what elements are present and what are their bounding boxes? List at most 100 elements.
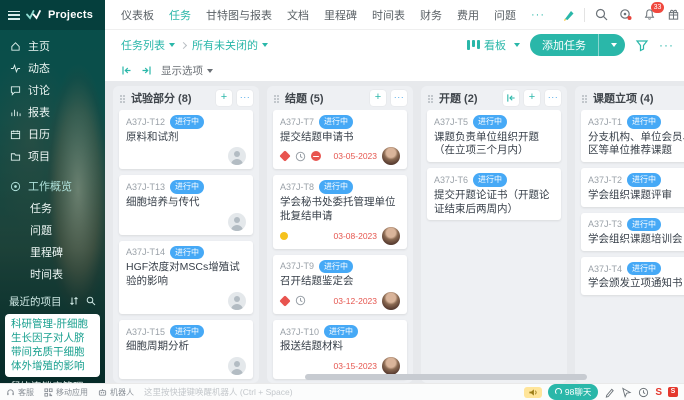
clock-icon[interactable] (638, 387, 649, 398)
sidebar-item-issues[interactable]: 问题 (0, 219, 105, 241)
tab-timesheet[interactable]: 时间表 (372, 7, 405, 23)
sidebar-item-milestones[interactable]: 里程碑 (0, 241, 105, 263)
priority-high-icon (279, 295, 290, 306)
sidebar-item-label: 动态 (28, 60, 50, 76)
pen-icon[interactable] (560, 7, 575, 22)
add-task-dropdown[interactable] (598, 34, 625, 56)
sidebar-item-label: 讨论 (28, 82, 50, 98)
projects-logo-icon (26, 10, 42, 20)
mobile-app-button[interactable]: 移动应用 (44, 387, 88, 398)
tab-issues[interactable]: 问题 (494, 7, 516, 23)
sidebar-item-label: 日历 (28, 126, 50, 142)
task-card[interactable]: A37J-T7进行中 提交结题申请书 03-05-2023 (273, 110, 407, 169)
view-selector[interactable]: 看板 (467, 37, 520, 53)
task-list-selector[interactable]: 任务列表 (121, 37, 175, 53)
breadcrumb: 任务列表 所有未关闭的 (121, 37, 268, 53)
add-card-button[interactable]: + (524, 90, 540, 106)
column-menu-button[interactable]: ··· (391, 90, 407, 106)
sidebar-item-label: 里程碑 (30, 244, 63, 260)
drag-grip-icon[interactable] (274, 95, 276, 97)
task-card[interactable]: A37J-T10进行中 报送结题材料 03-15-2023 (273, 320, 407, 379)
task-card[interactable]: A37J-T8进行中 学会秘书处委托管理单位批复结申请 03-08-2023 (273, 175, 407, 248)
tab-documents[interactable]: 文档 (287, 7, 309, 23)
sidebar-item-calendar[interactable]: 日历 (0, 123, 105, 145)
tab-tasks[interactable]: 任务 (169, 7, 191, 23)
task-card[interactable]: A37J-T5进行中 课题负责单位组织开题（在立项三个月内） (427, 110, 561, 162)
sidebar-item-projects[interactable]: 项目 (0, 145, 105, 167)
target-icon[interactable] (618, 7, 633, 22)
drag-grip-icon[interactable] (120, 95, 122, 97)
chat-button[interactable]: 98聊天 (548, 384, 598, 400)
filter-icon[interactable] (635, 38, 649, 52)
menu-hamburger-icon[interactable] (8, 11, 20, 20)
add-task-button[interactable]: 添加任务 (530, 34, 625, 56)
bell-icon[interactable]: 33 (642, 7, 657, 22)
add-card-button[interactable]: + (370, 90, 386, 106)
horizontal-scrollbar-thumb[interactable] (305, 374, 587, 380)
customer-service-button[interactable]: 客服 (6, 387, 34, 398)
task-card[interactable]: A37J-T13进行中 细胞培养与传代 (119, 175, 253, 234)
task-card[interactable]: A37J-T15进行中 细胞周期分析 (119, 320, 253, 379)
column-menu-button[interactable]: ··· (237, 90, 253, 106)
app-window: Projects 主页 动态 讨论 报表 日历 (0, 0, 684, 400)
task-card[interactable]: A37J-T4进行中 学会颁发立项通知书 (581, 257, 684, 295)
kanban-icon (467, 40, 480, 50)
due-date: 03-05-2023 (334, 151, 377, 161)
column-menu-button[interactable]: ··· (545, 90, 561, 106)
cursor-icon[interactable] (621, 387, 632, 398)
tabs-more-button[interactable]: ··· (531, 9, 545, 21)
assignee-avatar[interactable] (382, 292, 400, 310)
assignee-avatar-placeholder[interactable] (228, 357, 246, 375)
task-card[interactable]: A37J-T14进行中 HGF浓度对MSCs增殖试验的影响 (119, 241, 253, 314)
sidebar-project-active[interactable]: 科研管理-肝细胞生长因子对人脐带间充质干细胞体外增殖的影响 (5, 314, 100, 377)
drag-grip-icon[interactable] (428, 95, 430, 97)
robot-button[interactable]: 机器人 (98, 387, 134, 398)
sidebar-item-tasks[interactable]: 任务 (0, 197, 105, 219)
sogou-input-icon[interactable]: S (655, 387, 662, 398)
drag-grip-icon[interactable] (582, 95, 584, 97)
task-card[interactable]: A37J-T2进行中 学会组织课题评审 (581, 168, 684, 206)
robot-command-input[interactable] (144, 387, 394, 397)
search-projects-icon[interactable] (86, 296, 96, 306)
sidebar-item-activity[interactable]: 动态 (0, 57, 105, 79)
display-options-selector[interactable]: 显示选项 (161, 63, 213, 78)
gift-icon[interactable] (666, 7, 681, 22)
assignee-avatar[interactable] (382, 147, 400, 165)
task-card[interactable]: A37J-T12进行中 原料和试剂 (119, 110, 253, 169)
status-badge: 进行中 (170, 115, 204, 129)
assignee-avatar-placeholder[interactable] (228, 213, 246, 231)
sogou-logo-icon[interactable]: S (668, 387, 678, 397)
tab-milestones[interactable]: 里程碑 (324, 7, 357, 23)
task-id: A37J-T8 (280, 182, 314, 192)
collapse-right-icon[interactable] (141, 65, 152, 76)
task-card[interactable]: A37J-T9进行中 召开结题鉴定会 03-12-2023 (273, 255, 407, 314)
sidebar-item-reports[interactable]: 报表 (0, 101, 105, 123)
task-card[interactable]: A37J-T1进行中 分支机构、单位会员、园区等单位推荐课题 (581, 110, 684, 162)
assignee-avatar[interactable] (382, 227, 400, 245)
task-card[interactable]: A37J-T3进行中 学会组织课题培训会 (581, 213, 684, 251)
announcement-button[interactable] (524, 387, 542, 398)
task-title: 提交结题申请书 (280, 131, 400, 145)
collapse-left-icon[interactable] (121, 65, 132, 76)
assignee-avatar-placeholder[interactable] (228, 292, 246, 310)
tab-expenses[interactable]: 费用 (457, 7, 479, 23)
assignee-avatar[interactable] (382, 357, 400, 375)
sort-icon[interactable] (69, 296, 79, 306)
sidebar-item-home[interactable]: 主页 (0, 35, 105, 57)
tab-gantt-reports[interactable]: 甘特图与报表 (206, 7, 272, 23)
collapse-column-button[interactable] (503, 90, 519, 106)
toolbar-more-button[interactable]: ··· (659, 38, 674, 52)
search-icon[interactable] (594, 7, 609, 22)
sidebar-item-timesheet[interactable]: 时间表 (0, 263, 105, 285)
task-card[interactable]: A37J-T6进行中 提交开题论证书（开题论证结束后两周内） (427, 168, 561, 220)
sidebar-item-discussion[interactable]: 讨论 (0, 79, 105, 101)
tab-dashboard[interactable]: 仪表板 (121, 7, 154, 23)
pen-tool-icon[interactable] (604, 387, 615, 398)
task-filter-selector[interactable]: 所有未关闭的 (192, 37, 268, 53)
card-list: A37J-T7进行中 提交结题申请书 03-05-2023 A37J-T8进行中… (267, 110, 413, 383)
assignee-avatar-placeholder[interactable] (228, 147, 246, 165)
sidebar: Projects 主页 动态 讨论 报表 日历 (0, 0, 105, 383)
add-card-button[interactable]: + (216, 90, 232, 106)
sidebar-section-work-overview[interactable]: 工作概览 (0, 175, 105, 197)
tab-finance[interactable]: 财务 (420, 7, 442, 23)
